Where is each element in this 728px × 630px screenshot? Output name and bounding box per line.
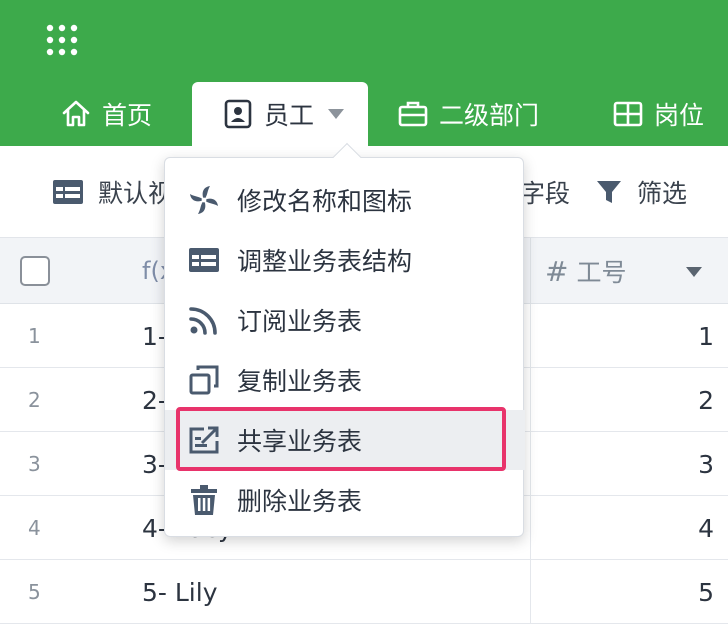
number-header-label: 工号 (576, 258, 627, 287)
field-label: 字段 (520, 179, 571, 208)
contact-card-icon (222, 98, 254, 130)
number-cell[interactable]: 5 (530, 560, 714, 624)
menu-item-label: 删除业务表 (237, 487, 363, 516)
select-all-checkbox[interactable] (20, 256, 50, 286)
menu-item-label: 修改名称和图标 (237, 187, 413, 216)
table-view-icon (52, 178, 84, 206)
menu-item-subscribe[interactable]: 订阅业务表 (165, 290, 525, 350)
menu-item-delete[interactable]: 删除业务表 (165, 470, 525, 530)
row-index: 4 (28, 516, 41, 540)
tab-label: 岗位 (654, 101, 705, 130)
tab-department[interactable]: 二级部门 (397, 82, 539, 146)
home-icon (60, 98, 92, 130)
pinwheel-icon (187, 183, 221, 217)
filter-label: 筛选 (637, 179, 688, 208)
number-cell[interactable]: 2 (530, 368, 714, 432)
tab-label: 二级部门 (439, 101, 540, 130)
menu-item-copy[interactable]: 复制业务表 (165, 350, 525, 410)
briefcase-icon (397, 98, 429, 130)
name-cell[interactable]: 5- Lily (142, 560, 218, 624)
row-index: 2 (28, 388, 41, 412)
tab-home[interactable]: 首页 (60, 82, 152, 146)
table-row[interactable]: 5 5- Lily 5 (0, 560, 728, 624)
rss-icon (187, 303, 221, 337)
number-field-icon: # (545, 254, 569, 288)
number-column-header[interactable]: # 工号 (530, 238, 728, 304)
chevron-down-icon[interactable] (328, 109, 345, 119)
row-index: 3 (28, 452, 41, 476)
tab-label: 员工 (264, 101, 315, 130)
table-options-menu: 修改名称和图标 调整业务表结构 订阅业务表 复制业务表 共享业务表 删除业务表 (164, 142, 525, 537)
row-index: 1 (28, 324, 41, 348)
table-grid-icon (612, 98, 644, 130)
menu-item-adjust-structure[interactable]: 调整业务表结构 (165, 230, 525, 290)
filter-button[interactable]: 筛选 (595, 146, 687, 238)
app-header: 首页 员工 二级部门 岗位 (0, 0, 728, 146)
filter-icon (595, 178, 623, 206)
number-cell[interactable]: 3 (530, 432, 714, 496)
chevron-down-icon[interactable] (686, 267, 702, 277)
tab-position[interactable]: 岗位 (612, 82, 704, 146)
tab-label: 首页 (102, 101, 153, 130)
menu-item-label: 订阅业务表 (237, 307, 363, 336)
trash-icon (187, 483, 221, 517)
tab-staff[interactable]: 员工 (192, 82, 368, 146)
share-highlight-outline (176, 407, 506, 471)
copy-icon (187, 363, 221, 397)
row-index: 5 (28, 580, 41, 604)
number-cell[interactable]: 1 (530, 304, 714, 368)
table-tabs: 首页 员工 二级部门 岗位 (0, 82, 728, 146)
menu-item-label: 复制业务表 (237, 367, 363, 396)
number-cell[interactable]: 4 (530, 496, 714, 560)
menu-item-rename[interactable]: 修改名称和图标 (165, 170, 525, 230)
app-grid-icon[interactable] (44, 22, 80, 58)
menu-item-label: 调整业务表结构 (237, 247, 413, 276)
table-structure-icon (187, 243, 221, 277)
field-button[interactable]: 字段 (520, 146, 570, 238)
